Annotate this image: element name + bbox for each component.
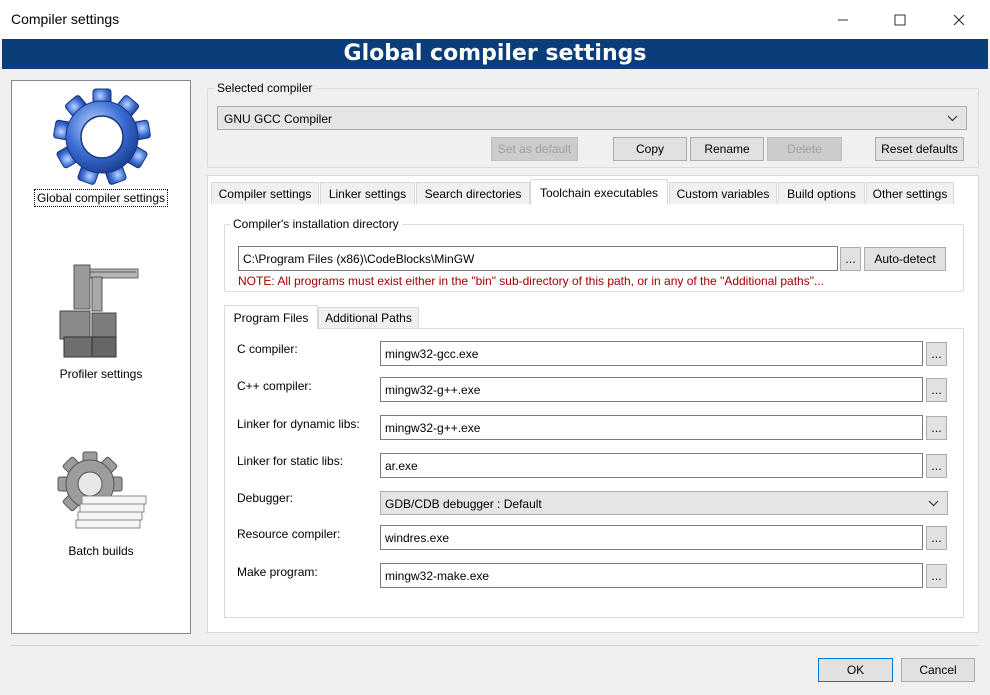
copy-button[interactable]: Copy [613, 137, 687, 161]
tab-linker-settings[interactable]: Linker settings [320, 182, 415, 204]
batch-gear-icon [57, 451, 147, 529]
cancel-button[interactable]: Cancel [901, 658, 975, 682]
window-title: Compiler settings [11, 11, 120, 27]
tab-other-settings[interactable]: Other settings [866, 182, 954, 204]
compiler-value: GNU GCC Compiler [224, 112, 333, 126]
category-label: Profiler settings [59, 367, 143, 381]
browse-resource-compiler-button[interactable]: ... [926, 526, 947, 550]
auto-detect-button[interactable]: Auto-detect [864, 247, 946, 271]
gear-icon [53, 88, 151, 185]
tab-program-files[interactable]: Program Files [224, 305, 318, 329]
tab-toolchain-executables[interactable]: Toolchain executables [530, 179, 668, 205]
minimize-icon [838, 19, 848, 20]
maximize-button[interactable] [877, 0, 923, 39]
footer-separator [11, 645, 979, 646]
static-linker-label: Linker for static libs: [237, 454, 344, 468]
page-title: Global compiler settings [2, 39, 988, 69]
category-label: Batch builds [68, 544, 134, 558]
static-linker-input[interactable]: ar.exe [380, 453, 923, 478]
delete-button[interactable]: Delete [767, 137, 842, 161]
browse-make-program-button[interactable]: ... [926, 564, 947, 588]
ok-button[interactable]: OK [818, 658, 893, 682]
tab-build-options[interactable]: Build options [778, 182, 865, 204]
category-label: Global compiler settings [33, 189, 169, 207]
category-batch-builds[interactable]: Batch builds [12, 446, 190, 566]
caliper-icon [59, 264, 139, 358]
cpp-compiler-label: C++ compiler: [237, 379, 312, 393]
dynamic-linker-input[interactable]: mingw32-g++.exe [380, 415, 923, 440]
category-profiler[interactable]: Profiler settings [12, 251, 190, 381]
category-list: Global compiler settings Profiler settin… [11, 80, 191, 634]
reset-defaults-button[interactable]: Reset defaults [875, 137, 964, 161]
debugger-value: GDB/CDB debugger : Default [385, 497, 542, 511]
c-compiler-input[interactable]: mingw32-gcc.exe [380, 341, 923, 366]
maximize-icon [894, 14, 906, 25]
title-bar: Compiler settings [0, 0, 990, 39]
group-title: Selected compiler [214, 81, 316, 95]
rename-button[interactable]: Rename [690, 137, 764, 161]
close-icon [953, 14, 965, 25]
browse-cpp-compiler-button[interactable]: ... [926, 378, 947, 402]
tab-custom-variables[interactable]: Custom variables [669, 182, 777, 204]
chevron-down-icon [928, 492, 939, 514]
install-dir-note: NOTE: All programs must exist either in … [238, 274, 824, 288]
c-compiler-label: C compiler: [237, 342, 298, 356]
tab-additional-paths[interactable]: Additional Paths [318, 307, 419, 328]
browse-c-compiler-button[interactable]: ... [926, 342, 947, 366]
tab-search-directories[interactable]: Search directories [416, 182, 530, 204]
debugger-select[interactable]: GDB/CDB debugger : Default [380, 491, 948, 515]
group-title: Compiler's installation directory [230, 217, 402, 231]
make-program-label: Make program: [237, 565, 318, 579]
install-dir-input[interactable]: C:\Program Files (x86)\CodeBlocks\MinGW [238, 246, 838, 271]
debugger-label: Debugger: [237, 491, 294, 505]
cpp-compiler-input[interactable]: mingw32-g++.exe [380, 377, 923, 402]
set-default-button[interactable]: Set as default [491, 137, 578, 161]
browse-static-linker-button[interactable]: ... [926, 454, 947, 478]
resource-compiler-label: Resource compiler: [237, 527, 341, 541]
minimize-button[interactable] [820, 0, 866, 39]
tab-compiler-settings[interactable]: Compiler settings [211, 182, 319, 204]
chevron-down-icon [947, 107, 958, 129]
resource-compiler-input[interactable]: windres.exe [380, 525, 923, 550]
close-button[interactable] [936, 0, 982, 39]
browse-install-dir-button[interactable]: ... [840, 247, 861, 271]
make-program-input[interactable]: mingw32-make.exe [380, 563, 923, 588]
browse-dynamic-linker-button[interactable]: ... [926, 416, 947, 440]
category-global-compiler[interactable]: Global compiler settings [12, 81, 190, 211]
compiler-select[interactable]: GNU GCC Compiler [217, 106, 967, 130]
dynamic-linker-label: Linker for dynamic libs: [237, 417, 360, 431]
